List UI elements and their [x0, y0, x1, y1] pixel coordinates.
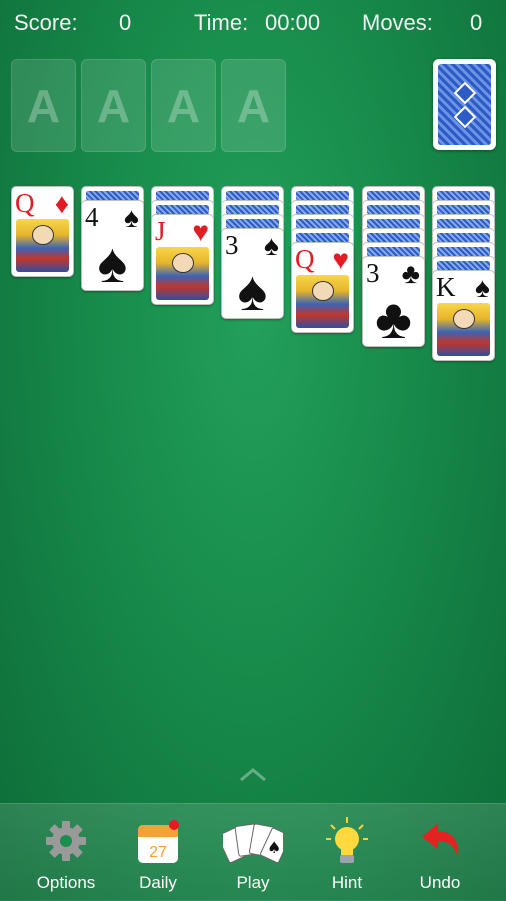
card-back-pattern [226, 191, 279, 200]
undo-arrow-icon [422, 823, 459, 857]
foundation-pile-3[interactable]: A [151, 59, 216, 152]
card-rank: K [436, 272, 456, 302]
card-back-pattern [438, 64, 491, 145]
card-suit-icon: ♥ [332, 244, 349, 275]
time-label: Time: [194, 10, 249, 35]
tableau-card-column-6[interactable]: 3 ♣ ♣ [362, 256, 425, 347]
card-back-ornament [453, 105, 476, 128]
options-label: Options [36, 873, 96, 892]
card-center-suit-icon: ♠ [237, 259, 268, 319]
foundation-pile-1[interactable]: A [11, 59, 76, 152]
play-label: Play [236, 873, 270, 892]
card-back-pattern [437, 219, 490, 228]
foundation-placeholder: A [236, 79, 271, 132]
card-back-pattern [437, 233, 490, 242]
card-back-pattern [296, 233, 349, 242]
court-figure-image [16, 219, 69, 272]
card-back-pattern [367, 233, 420, 242]
undo-label: Undo [419, 873, 461, 892]
svg-text:♠: ♠ [267, 838, 281, 857]
score-label: Score: [14, 10, 78, 35]
lightbulb-icon [326, 817, 368, 863]
card-rank: 4 [85, 202, 99, 232]
score-value: 0 [119, 10, 132, 35]
tableau-card-column-2[interactable]: 4 ♠ ♠ [81, 200, 144, 291]
options-button[interactable]: Options [16, 804, 116, 901]
foundation-placeholder: A [26, 79, 61, 132]
card-back-pattern [226, 205, 279, 214]
chevron-up-icon[interactable] [238, 765, 268, 785]
time-value: 00:00 [265, 10, 321, 35]
card-back-pattern [367, 219, 420, 228]
card-suit-icon: ♣ [401, 258, 420, 289]
tableau-card-column-3[interactable]: J ♥ [151, 214, 214, 305]
card-rank: 3 [366, 258, 380, 288]
stock-pile[interactable] [433, 59, 496, 150]
card-suit-icon: ♠ [264, 230, 279, 261]
bottom-toolbar: Options 27 Daily ♠ Play Hint Undo [0, 803, 506, 901]
court-figure-head [172, 253, 194, 273]
card-suit-icon: ♠ [475, 272, 490, 303]
card-back-pattern [226, 219, 279, 228]
card-back-pattern [367, 247, 420, 256]
court-figure-image [437, 303, 490, 356]
foundation-pile-4[interactable]: A [221, 59, 286, 152]
card-back-pattern [296, 191, 349, 200]
card-back-pattern [86, 191, 139, 200]
card-rank: J [155, 216, 166, 246]
court-figure-image [156, 247, 209, 300]
tableau-card-column-1[interactable]: Q ♦ [11, 186, 74, 277]
court-figure-head [312, 281, 334, 301]
card-back-pattern [367, 205, 420, 214]
hint-button[interactable]: Hint [297, 804, 397, 901]
card-rank: Q [295, 244, 315, 274]
card-back-pattern [437, 261, 490, 270]
calendar-icon: 27 [138, 820, 179, 863]
tableau-card-column-4[interactable]: 3 ♠ ♠ [221, 228, 284, 319]
foundation-placeholder: A [96, 79, 131, 132]
daily-button[interactable]: 27 Daily [108, 804, 208, 901]
moves-value: 0 [470, 10, 483, 35]
status-bar: Score: 0 Time: 00:00 Moves: 0 [0, 0, 506, 46]
card-back-pattern [437, 205, 490, 214]
court-figure-head [32, 225, 54, 245]
card-back-pattern [437, 247, 490, 256]
tableau-card-column-7[interactable]: K ♠ [432, 270, 495, 361]
daily-label: Daily [139, 873, 177, 892]
card-rank: Q [15, 188, 35, 218]
tableau-card-column-5[interactable]: Q ♥ [291, 242, 354, 333]
hint-label: Hint [331, 873, 363, 892]
court-figure-head [453, 309, 475, 329]
foundation-placeholder: A [166, 79, 201, 132]
calendar-date: 27 [149, 844, 167, 861]
card-back-pattern [296, 219, 349, 228]
card-back-pattern [156, 205, 209, 214]
card-back-pattern [437, 191, 490, 200]
card-center-suit-icon: ♣ [375, 287, 412, 347]
card-suit-icon: ♥ [192, 216, 209, 247]
card-rank: 3 [225, 230, 239, 260]
card-suit-icon: ♠ [124, 202, 139, 233]
card-back-pattern [296, 205, 349, 214]
card-back-ornament [453, 81, 476, 104]
play-button[interactable]: ♠ Play [203, 804, 303, 901]
gear-icon [46, 821, 86, 861]
card-suit-icon: ♦ [54, 188, 69, 219]
card-center-suit-icon: ♠ [97, 231, 128, 291]
moves-label: Moves: [362, 10, 433, 35]
cards-fan-icon: ♠ [223, 823, 283, 864]
court-figure-image [296, 275, 349, 328]
undo-button[interactable]: Undo [390, 804, 490, 901]
foundation-pile-2[interactable]: A [81, 59, 146, 152]
card-back-pattern [156, 191, 209, 200]
card-back-pattern [367, 191, 420, 200]
